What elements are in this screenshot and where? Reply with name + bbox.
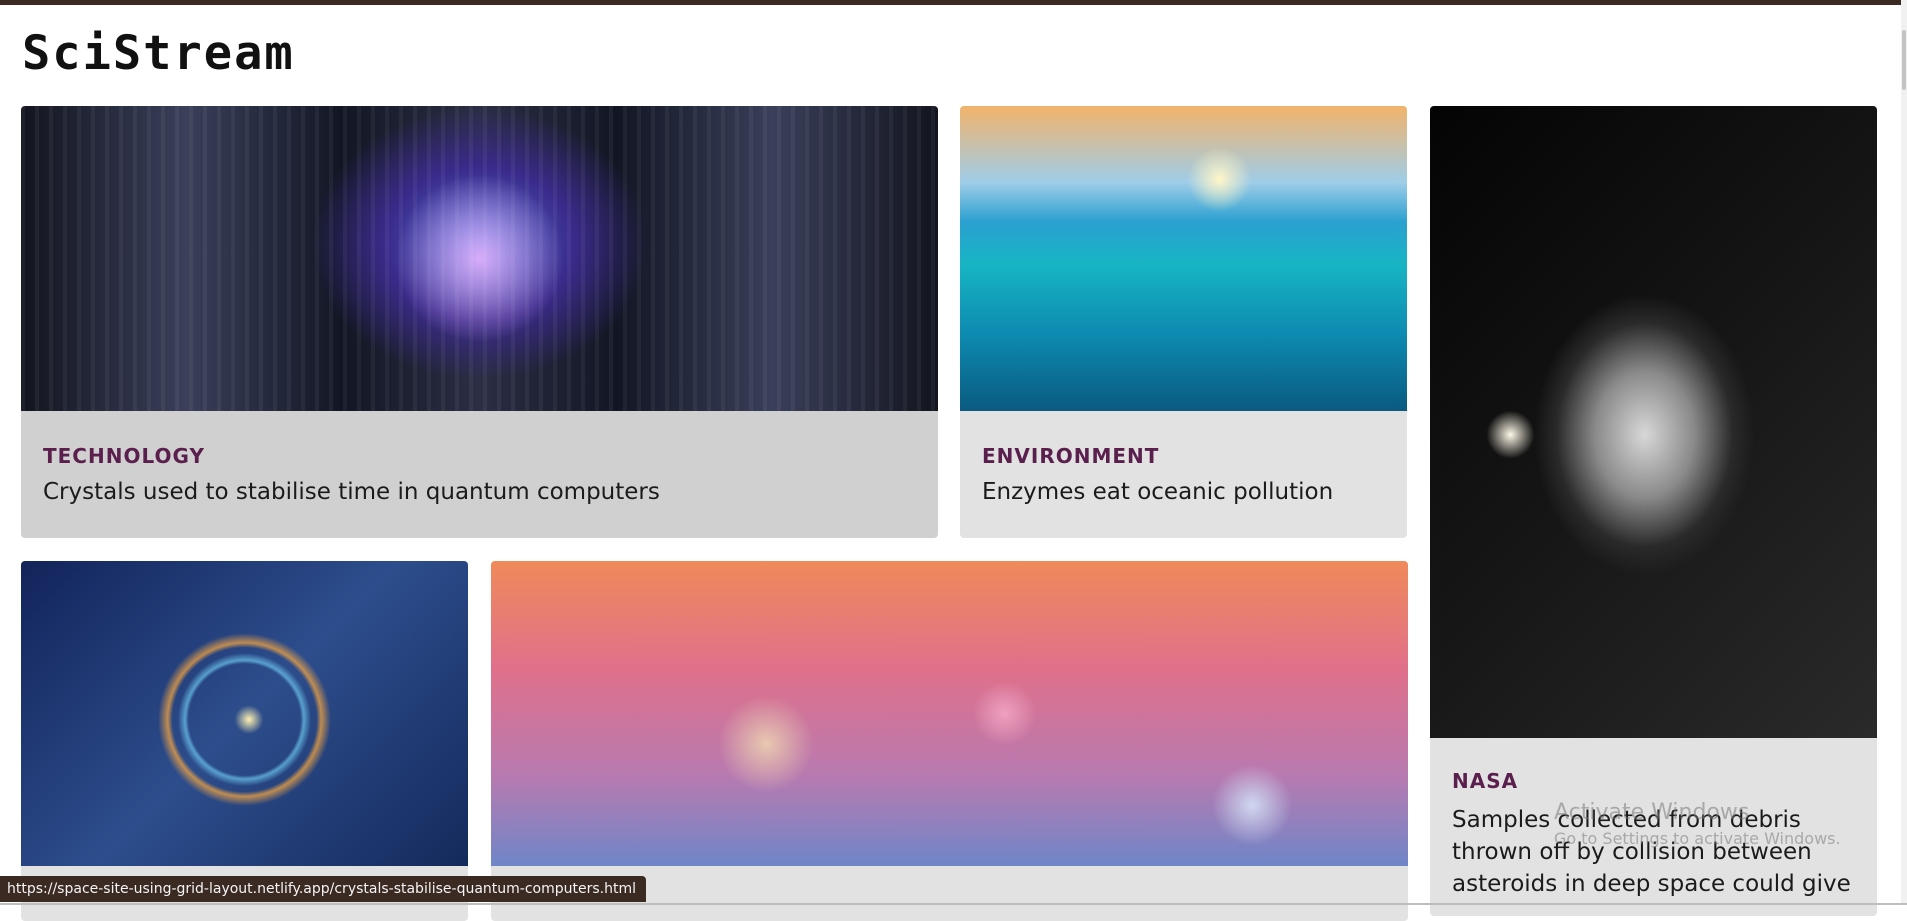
physics-equations-image[interactable] — [21, 561, 468, 866]
link-status-bar: https://space-site-using-grid-layout.net… — [0, 876, 646, 902]
card-category: NASA — [1452, 769, 1519, 793]
ocean-pollution-image[interactable] — [960, 106, 1407, 411]
card-title[interactable]: Samples collected from debris thrown off… — [1452, 804, 1852, 900]
top-accent-bar — [0, 0, 1907, 5]
card-title[interactable]: Crystals used to stabilise time in quant… — [43, 476, 660, 508]
scrollbar-thumb[interactable] — [1902, 30, 1906, 90]
microbes-image[interactable] — [491, 561, 1408, 866]
quantum-crystal-image[interactable] — [21, 106, 938, 411]
article-card-nasa[interactable]: NASA Samples collected from debris throw… — [1430, 106, 1877, 916]
article-card-physics[interactable] — [21, 561, 468, 921]
site-logo[interactable]: SciStream — [22, 26, 295, 81]
asteroid-image[interactable] — [1430, 106, 1877, 738]
page-scrollbar[interactable] — [1901, 0, 1907, 905]
card-category: TECHNOLOGY — [43, 444, 205, 468]
article-card-microbes[interactable] — [491, 561, 1408, 921]
card-category: ENVIRONMENT — [982, 444, 1160, 468]
article-card-environment[interactable]: ENVIRONMENT Enzymes eat oceanic pollutio… — [960, 106, 1407, 538]
card-title[interactable]: Enzymes eat oceanic pollution — [982, 476, 1333, 508]
article-card-technology[interactable]: TECHNOLOGY Crystals used to stabilise ti… — [21, 106, 938, 538]
